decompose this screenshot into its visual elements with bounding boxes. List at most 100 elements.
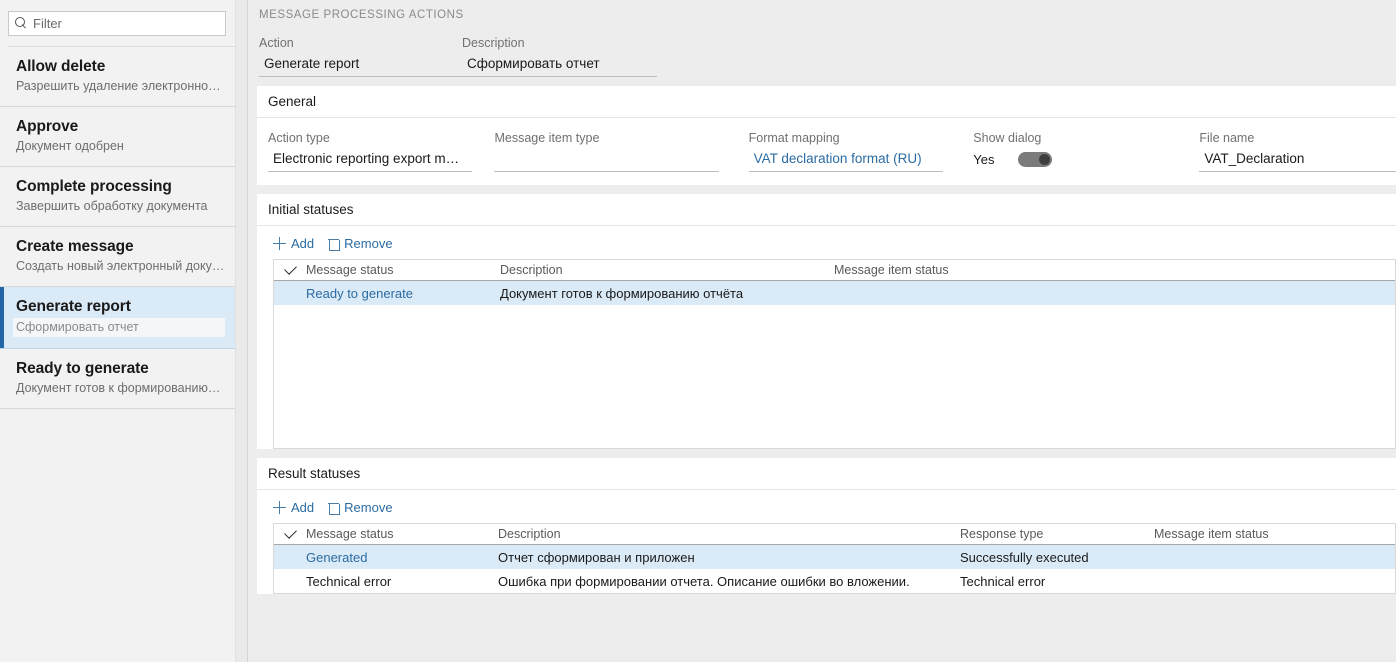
- header-fields: Action Generate report Description Сформ…: [248, 21, 1396, 77]
- page-title: MESSAGE PROCESSING ACTIONS: [248, 9, 1396, 21]
- sidebar-item-allow-delete[interactable]: Allow delete Разрешить удаление электрон…: [0, 47, 235, 107]
- column-header-message-status[interactable]: Message status: [306, 263, 500, 277]
- sidebar-item-title: Ready to generate: [16, 359, 225, 378]
- select-all-checkbox[interactable]: [274, 532, 306, 536]
- row-response-type[interactable]: Technical error: [960, 574, 1154, 589]
- result-statuses-grid: Message status Description Response type…: [273, 523, 1396, 594]
- initial-add-label: Add: [291, 236, 314, 251]
- row-description[interactable]: Отчет сформирован и приложен: [498, 550, 960, 565]
- trash-icon: [328, 237, 339, 250]
- row-description[interactable]: Ошибка при формировании отчета. Описание…: [498, 574, 960, 589]
- sidebar-item-ready-to-generate[interactable]: Ready to generate Документ готов к форми…: [0, 349, 235, 409]
- result-statuses-toolbar: Add Remove: [257, 490, 1396, 523]
- column-header-message-status[interactable]: Message status: [306, 527, 498, 541]
- result-statuses-grid-body: Generated Отчет сформирован и приложен S…: [274, 545, 1395, 593]
- sidebar-item-generate-report[interactable]: Generate report Сформировать отчет: [0, 287, 235, 349]
- general-fields-row: Action type Electronic reporting export …: [257, 118, 1396, 185]
- initial-remove-label: Remove: [344, 236, 392, 251]
- show-dialog-row: Yes: [973, 146, 1199, 167]
- initial-add-button[interactable]: Add: [273, 236, 314, 251]
- table-row[interactable]: Technical error Ошибка при формировании …: [274, 569, 1395, 593]
- filter-container: Filter: [0, 0, 235, 46]
- page-header: MESSAGE PROCESSING ACTIONS Action Genera…: [248, 0, 1396, 77]
- result-remove-button[interactable]: Remove: [328, 500, 392, 515]
- action-type-value[interactable]: Electronic reporting export m…: [268, 146, 472, 172]
- show-dialog-field: Show dialog Yes: [973, 130, 1199, 172]
- column-header-description[interactable]: Description: [498, 527, 960, 541]
- table-row[interactable]: Generated Отчет сформирован и приложен S…: [274, 545, 1395, 569]
- sidebar-item-create-message[interactable]: Create message Создать новый электронный…: [0, 227, 235, 287]
- row-message-status[interactable]: Ready to generate: [306, 286, 500, 301]
- search-icon: [15, 17, 28, 30]
- initial-statuses-toolbar: Add Remove: [257, 226, 1396, 259]
- main-content: MESSAGE PROCESSING ACTIONS Action Genera…: [248, 0, 1396, 662]
- initial-statuses-grid: Message status Description Message item …: [273, 259, 1396, 449]
- format-mapping-value[interactable]: VAT declaration format (RU): [749, 146, 944, 172]
- trash-icon: [328, 501, 339, 514]
- initial-statuses-grid-body: Ready to generate Документ готов к форми…: [274, 281, 1395, 448]
- search-input-placeholder: Filter: [33, 16, 62, 31]
- action-field: Action Generate report: [259, 35, 462, 77]
- action-type-field: Action type Electronic reporting export …: [268, 130, 472, 172]
- pane-divider: [236, 0, 248, 662]
- sidebar-list: Allow delete Разрешить удаление электрон…: [0, 47, 235, 662]
- column-header-response-type[interactable]: Response type: [960, 527, 1154, 541]
- general-panel: General Action type Electronic reporting…: [257, 86, 1396, 185]
- sidebar-item-subtitle: Разрешить удаление электронног…: [16, 78, 225, 95]
- message-item-type-value[interactable]: [494, 146, 718, 172]
- sidebar-item-subtitle: Создать новый электронный доку…: [16, 258, 225, 275]
- sidebar-item-title: Create message: [16, 237, 225, 256]
- result-statuses-panel: Result statuses Add Remove Message statu…: [257, 458, 1396, 594]
- result-statuses-title[interactable]: Result statuses: [257, 458, 1396, 490]
- sidebar-item-title: Allow delete: [16, 57, 225, 76]
- message-item-type-field: Message item type: [494, 130, 718, 172]
- show-dialog-value: Yes: [973, 152, 994, 167]
- sidebar-item-title: Generate report: [16, 297, 225, 316]
- app-window: Filter Allow delete Разрешить удаление э…: [0, 0, 1396, 662]
- plus-icon: [273, 237, 286, 250]
- sidebar-item-title: Complete processing: [16, 177, 225, 196]
- initial-statuses-title[interactable]: Initial statuses: [257, 194, 1396, 226]
- sidebar: Filter Allow delete Разрешить удаление э…: [0, 0, 236, 662]
- column-header-message-item-status[interactable]: Message item status: [834, 263, 1024, 277]
- file-name-value[interactable]: VAT_Declaration: [1199, 146, 1396, 172]
- table-row[interactable]: Ready to generate Документ готов к форми…: [274, 281, 1395, 305]
- sidebar-item-title: Approve: [16, 117, 225, 136]
- result-add-button[interactable]: Add: [273, 500, 314, 515]
- action-field-value[interactable]: Generate report: [259, 51, 462, 77]
- grid-header-row: Message status Description Message item …: [274, 259, 1395, 281]
- description-field-label: Description: [462, 35, 657, 51]
- message-item-type-label: Message item type: [494, 130, 718, 146]
- description-field-value[interactable]: Сформировать отчет: [462, 51, 657, 77]
- description-field: Description Сформировать отчет: [462, 35, 657, 77]
- file-name-field: File name VAT_Declaration: [1199, 130, 1396, 172]
- initial-statuses-panel: Initial statuses Add Remove Message stat…: [257, 194, 1396, 449]
- format-mapping-label: Format mapping: [749, 130, 944, 146]
- sidebar-item-subtitle: Документ готов к формированию…: [16, 380, 225, 397]
- show-dialog-label: Show dialog: [973, 130, 1199, 146]
- action-field-label: Action: [259, 35, 462, 51]
- select-all-checkbox[interactable]: [274, 268, 306, 272]
- file-name-label: File name: [1199, 130, 1396, 146]
- initial-remove-button[interactable]: Remove: [328, 236, 392, 251]
- result-add-label: Add: [291, 500, 314, 515]
- sidebar-item-approve[interactable]: Approve Документ одобрен: [0, 107, 235, 167]
- sidebar-item-complete-processing[interactable]: Complete processing Завершить обработку …: [0, 167, 235, 227]
- plus-icon: [273, 501, 286, 514]
- check-icon: [284, 526, 297, 539]
- row-response-type[interactable]: Successfully executed: [960, 550, 1154, 565]
- general-panel-title[interactable]: General: [257, 86, 1396, 118]
- check-icon: [284, 262, 297, 275]
- sidebar-item-subtitle[interactable]: Сформировать отчет: [13, 318, 225, 337]
- sidebar-item-subtitle: Документ одобрен: [16, 138, 225, 155]
- column-header-message-item-status[interactable]: Message item status: [1154, 527, 1344, 541]
- format-mapping-field: Format mapping VAT declaration format (R…: [749, 130, 944, 172]
- row-message-status[interactable]: Generated: [306, 550, 498, 565]
- row-description[interactable]: Документ готов к формированию отчёта: [500, 286, 834, 301]
- show-dialog-toggle[interactable]: [1018, 152, 1052, 167]
- column-header-description[interactable]: Description: [500, 263, 834, 277]
- result-remove-label: Remove: [344, 500, 392, 515]
- row-message-status[interactable]: Technical error: [306, 574, 498, 589]
- search-input[interactable]: Filter: [8, 11, 226, 36]
- sidebar-item-subtitle: Завершить обработку документа: [16, 198, 225, 215]
